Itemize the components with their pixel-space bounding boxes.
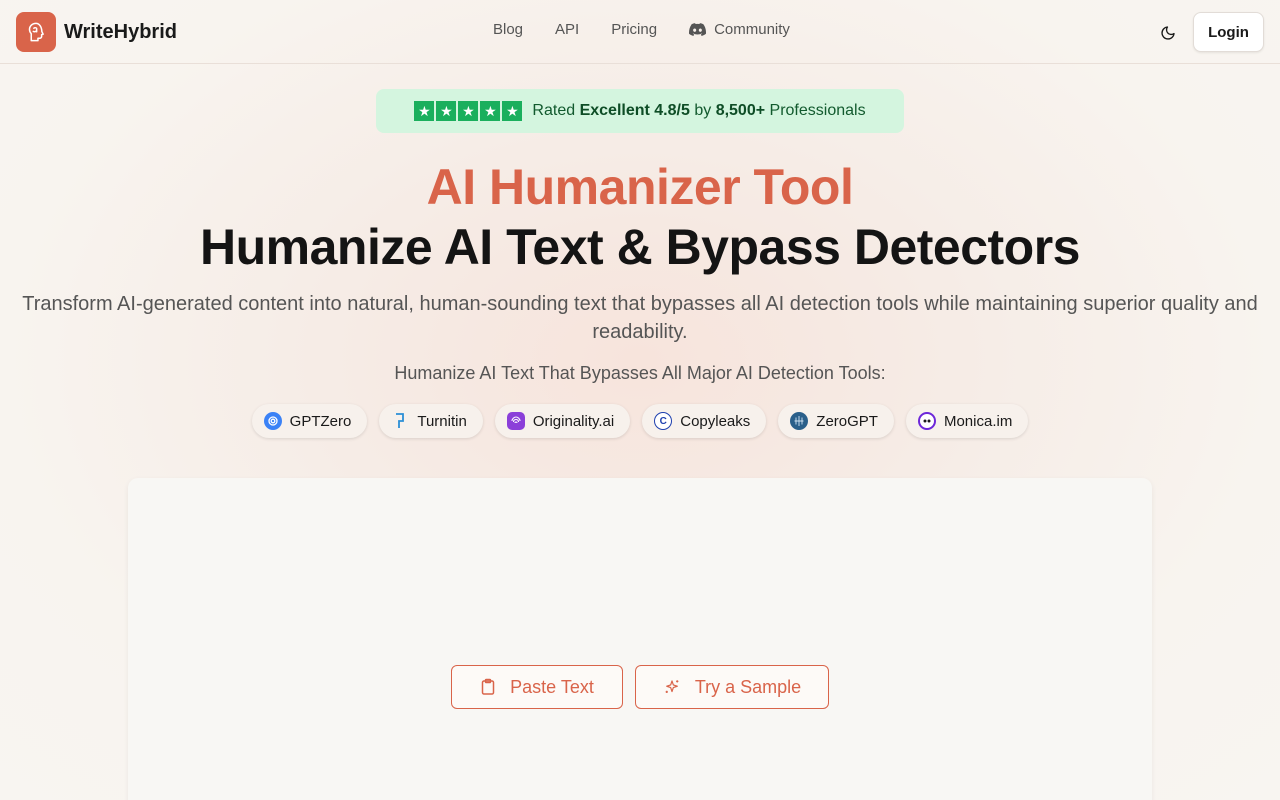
star-icon: ★ <box>436 101 457 121</box>
rating-stars: ★ ★ ★ ★ ★ <box>414 101 523 121</box>
login-button[interactable]: Login <box>1193 12 1264 52</box>
zerogpt-icon <box>790 412 809 430</box>
detector-label: Monica.im <box>943 412 1013 430</box>
star-icon: ★ <box>458 101 479 121</box>
text-editor-area[interactable] <box>128 478 1152 800</box>
brand[interactable]: WriteHybrid <box>16 12 177 52</box>
detectors-title: Humanize AI Text That Bypasses All Major… <box>394 363 886 383</box>
brand-name: WriteHybrid <box>64 20 177 43</box>
site-header: WriteHybrid Blog API Pricing Community L… <box>0 0 1280 64</box>
nav-community-label: Community <box>714 21 790 38</box>
nav-api[interactable]: API <box>555 21 579 38</box>
rating-by: by <box>694 102 712 119</box>
monica-icon <box>917 412 936 430</box>
rating-prefix: Rated <box>532 102 576 119</box>
theme-toggle-button[interactable] <box>1155 20 1181 46</box>
hero-subtitle: Transform AI-generated content into natu… <box>22 293 1258 343</box>
detector-chip-zerogpt: ZeroGPT <box>778 404 894 438</box>
main-nav: Blog API Pricing Community <box>493 21 790 38</box>
star-icon: ★ <box>414 101 435 121</box>
nav-pricing[interactable]: Pricing <box>611 21 657 38</box>
paste-text-label: Paste Text <box>510 676 594 697</box>
rating-text: Rated Excellent 4.8/5 by 8,500+ Professi… <box>532 102 865 120</box>
turnitin-icon <box>391 412 409 430</box>
star-icon: ★ <box>480 101 501 121</box>
detector-chip-monica: Monica.im <box>905 404 1029 438</box>
nav-blog[interactable]: Blog <box>493 21 523 38</box>
nav-community[interactable]: Community <box>689 21 790 38</box>
detector-list: GPTZero Turnitin Originality.ai C Copyle… <box>0 404 1280 438</box>
star-icon: ★ <box>502 101 523 121</box>
rating-suffix: Professionals <box>769 102 866 119</box>
detector-label: ZeroGPT <box>816 412 878 430</box>
detector-label: GPTZero <box>289 412 352 430</box>
detector-chip-turnitin: Turnitin <box>379 404 483 438</box>
discord-icon <box>689 23 707 36</box>
rating-grade: Excellent 4.8/5 <box>579 102 690 119</box>
clipboard-icon <box>481 678 495 695</box>
originality-icon <box>506 412 525 430</box>
detector-chip-copyleaks: C Copyleaks <box>642 404 767 438</box>
detector-chip-gptzero: GPTZero <box>251 404 368 438</box>
hero-accent-title: AI Humanizer Tool <box>426 159 854 215</box>
detector-label: Copyleaks <box>680 412 751 430</box>
rating-count: 8,500+ <box>715 102 766 119</box>
try-sample-button[interactable]: Try a Sample <box>635 665 829 709</box>
rating-badge: ★ ★ ★ ★ ★ Rated Excellent 4.8/5 by 8,500… <box>376 89 904 133</box>
gptzero-icon <box>263 412 282 430</box>
copyleaks-icon: C <box>654 412 673 430</box>
brain-icon <box>16 12 56 52</box>
detector-chip-originality: Originality.ai <box>494 404 631 438</box>
sparkles-icon <box>665 680 679 693</box>
paste-text-button[interactable]: Paste Text <box>451 665 623 709</box>
detector-label: Originality.ai <box>532 412 615 430</box>
try-sample-label: Try a Sample <box>694 676 802 697</box>
moon-icon <box>1161 26 1175 40</box>
hero-title: Humanize AI Text & Bypass Detectors <box>200 219 1081 275</box>
detector-label: Turnitin <box>417 412 467 430</box>
